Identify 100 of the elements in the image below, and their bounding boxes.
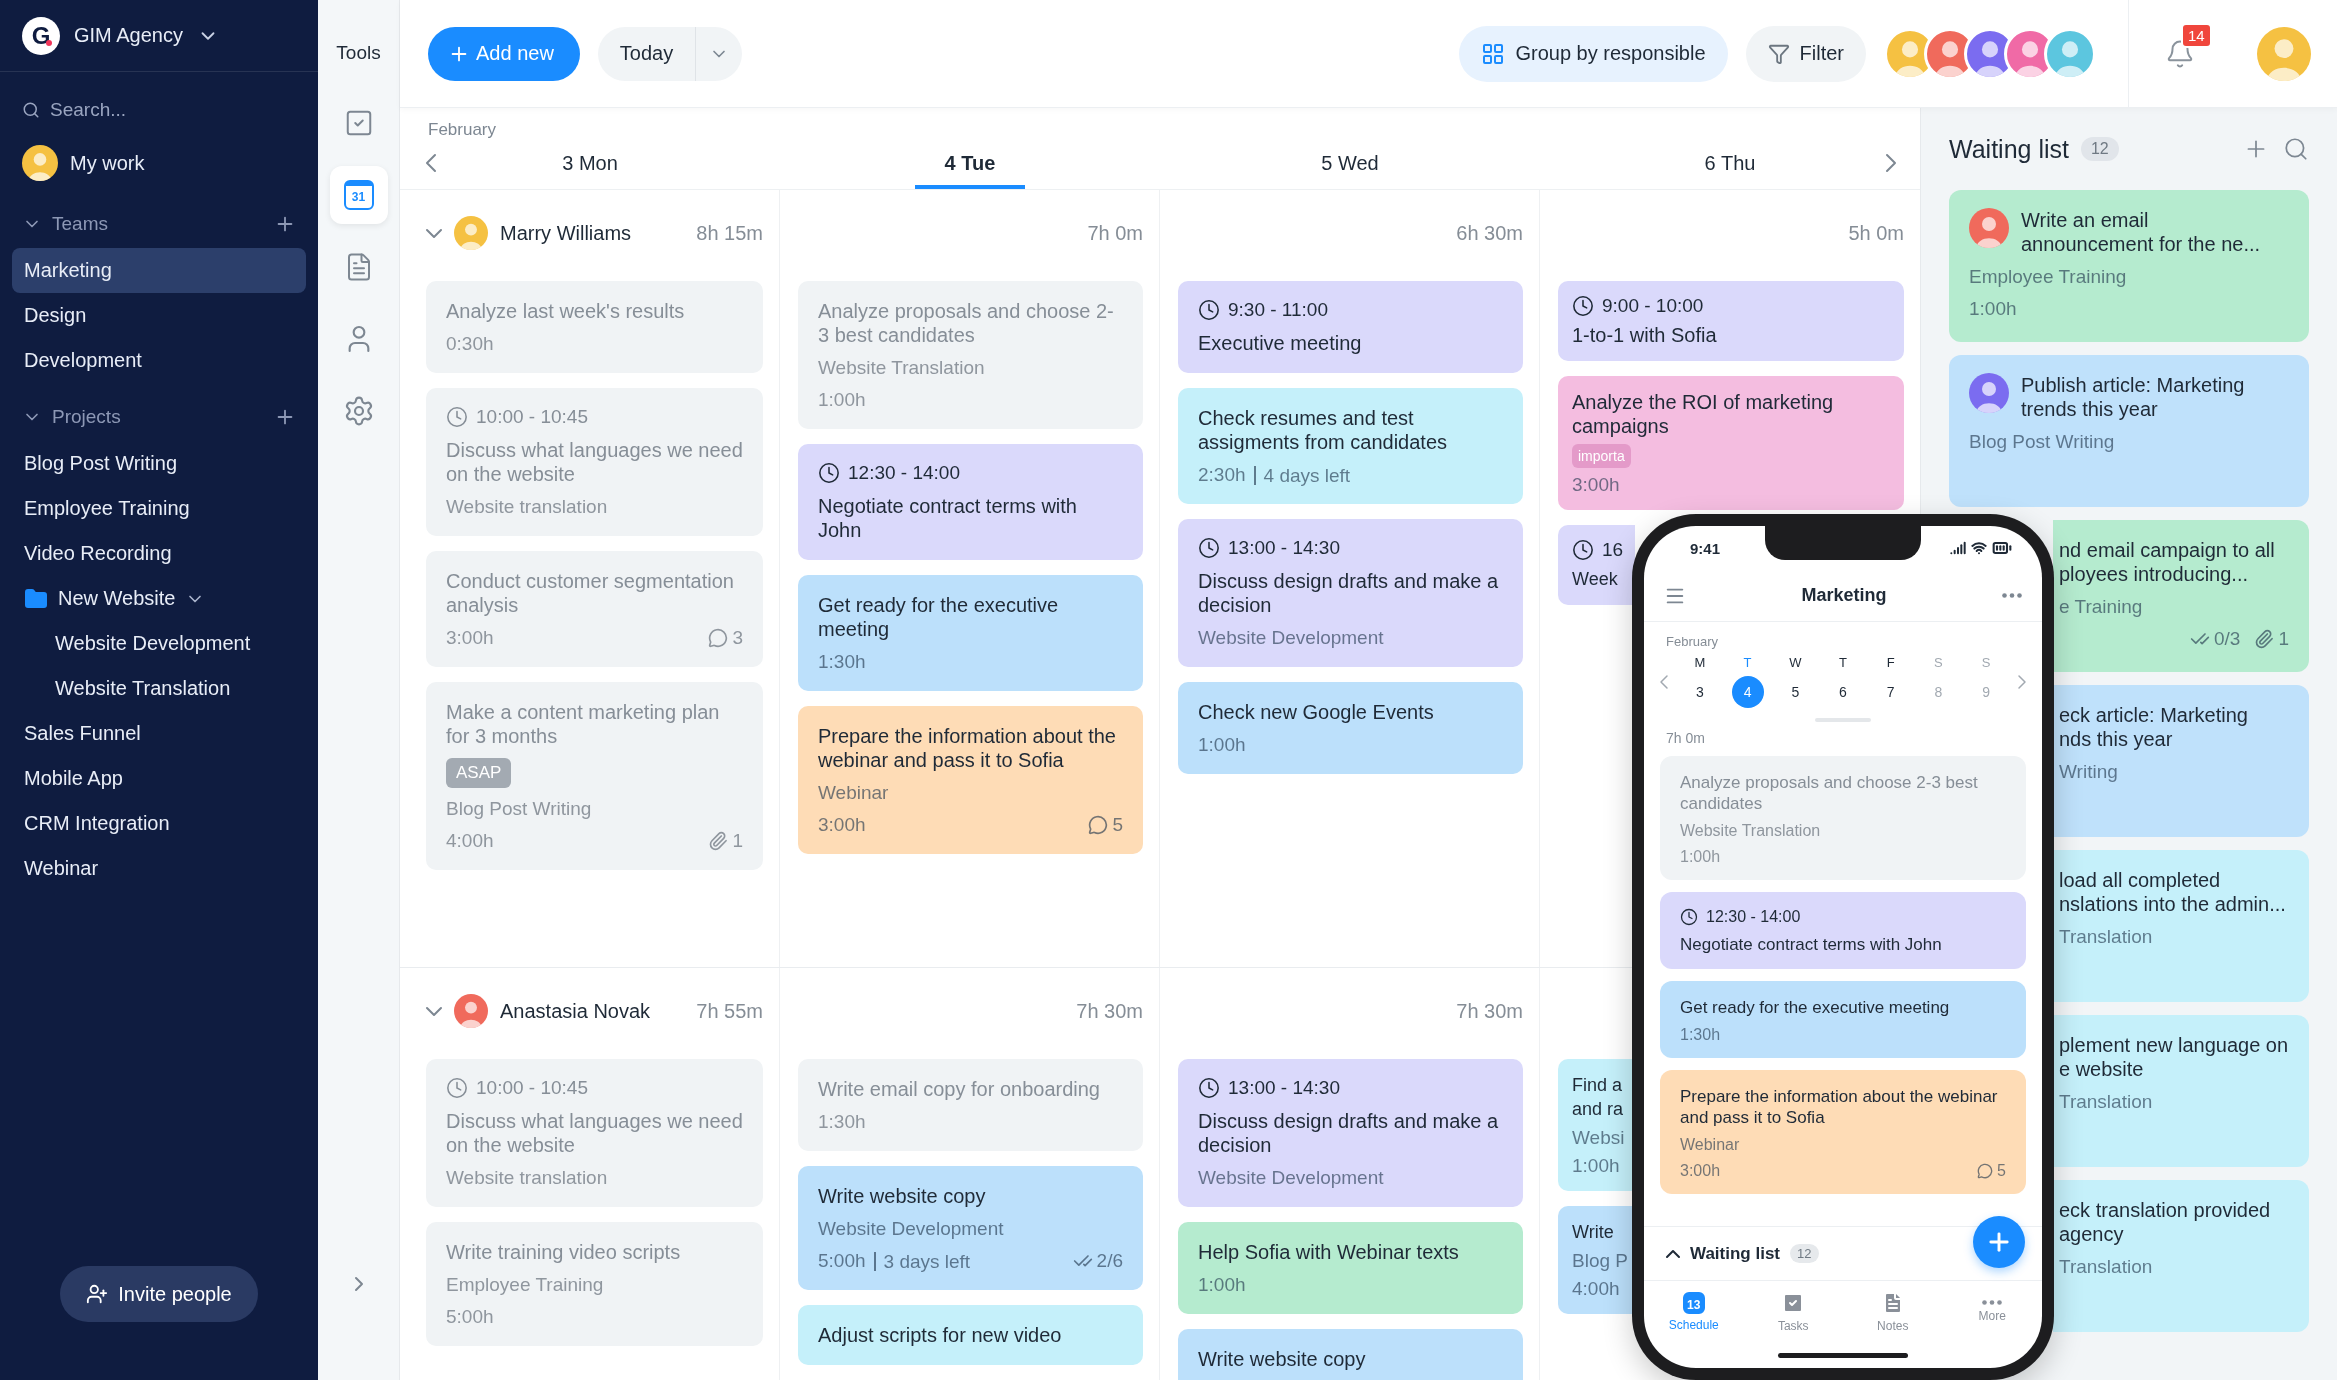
task-card[interactable]: Analyze the ROI of marketing campaigns importa 3:00h xyxy=(1558,376,1904,510)
task-card[interactable]: Get ready for the executive meeting 1:30h xyxy=(1660,981,2026,1058)
task-card[interactable]: Write Blog P 4:00h xyxy=(1558,1206,1635,1314)
chevron-down-icon xyxy=(426,228,442,238)
day-number[interactable]: 7 xyxy=(1874,676,1907,708)
task-card[interactable]: 13:00 - 14:30 Discuss design drafts and make a decision Website Development xyxy=(1178,1059,1523,1207)
more-icon[interactable] xyxy=(1982,1300,2003,1305)
calendar-date: 31 xyxy=(351,191,366,203)
task-title: Prepare the information about the webinar and pass it to Sofia xyxy=(818,724,1117,772)
day-number[interactable]: 5 xyxy=(1779,676,1812,708)
task-card[interactable]: Help Sofia with Webinar texts 1:00h xyxy=(1178,1222,1523,1314)
duration: 1:00h xyxy=(1198,1274,1246,1296)
task-title: Check new Google Events xyxy=(1198,700,1435,724)
time-range: 12:30 - 14:00 xyxy=(1706,908,1801,926)
task-card[interactable]: 9:00 - 10:00 1-to-1 with Sofia xyxy=(1558,281,1904,361)
calendar-date: 13 xyxy=(1687,1298,1701,1311)
clock-icon xyxy=(818,462,840,484)
day-number[interactable]: 6 xyxy=(1827,676,1859,708)
task-title: Conduct customer segmentation analysis xyxy=(446,569,735,617)
task-card[interactable]: Adjust scripts for new video xyxy=(798,1305,1143,1365)
filter-button[interactable]: Filter xyxy=(1745,25,1866,82)
task-title: Prepare the information about the webinar and pass it to Sofia xyxy=(1680,1086,1999,1128)
task-card[interactable]: Write website copy Website Development 5:00h 3 days left 2/6 xyxy=(798,1166,1143,1290)
task-card[interactable]: Prepare the information about the webinar and pass it to Sofia Webinar 3:00h 5 xyxy=(1660,1070,2026,1194)
nav-item[interactable]: Webinar xyxy=(12,846,306,891)
duration: 5:00h xyxy=(818,1250,866,1272)
task-card[interactable]: plement new language on e website Translation xyxy=(2053,1015,2309,1167)
comment-count: 5 xyxy=(1997,1162,2006,1180)
search-icon[interactable] xyxy=(2283,136,2309,162)
task-card[interactable]: Publish article: Marketing trends this year Blog Post Writing xyxy=(1949,355,2309,507)
duration: 3:00h xyxy=(818,814,866,836)
user-plus-icon xyxy=(86,1283,109,1305)
folder-item[interactable]: New Website xyxy=(12,576,306,621)
time-range: 12:30 - 14:00 xyxy=(848,462,960,484)
section-header[interactable]: Teams xyxy=(22,204,274,244)
time-range: 13:00 - 14:30 xyxy=(1228,537,1340,559)
tab[interactable]: 13 Schedule xyxy=(1644,1281,1744,1342)
day-tab[interactable]: 3 Mon xyxy=(535,152,645,189)
nav-item[interactable]: Blog Post Writing xyxy=(12,441,306,486)
task-card[interactable]: 9:30 - 11:00 Executive meeting xyxy=(1178,281,1523,373)
task-card[interactable]: 13:00 - 14:30 Discuss design drafts and make a decision Website Development xyxy=(1178,519,1523,667)
nav-item[interactable]: Marketing xyxy=(12,248,306,293)
time-range: 9:30 - 11:00 xyxy=(1228,299,1328,321)
invite-button[interactable]: Invite people xyxy=(60,1266,258,1322)
day-tab[interactable]: 6 Thu xyxy=(1675,152,1785,189)
total-hours: 7h 30m xyxy=(1456,999,1523,1023)
task-card[interactable]: Check resumes and test assigments from candidates 2:30h 4 days left xyxy=(1178,388,1523,504)
section-header[interactable]: Projects xyxy=(22,397,274,437)
task-card[interactable]: eck translation provided agency Translation xyxy=(2053,1180,2309,1332)
task-title: Negotiate contract terms with John xyxy=(818,494,1078,542)
collapse-button[interactable] xyxy=(426,228,442,238)
workspace-name[interactable]: GIM Agency xyxy=(74,24,183,47)
task-card[interactable]: Write an email announcement for the ne... Employee Training 1:00h xyxy=(1949,190,2309,342)
nav-item[interactable]: Sales Funnel xyxy=(12,711,306,756)
search-icon xyxy=(22,101,40,119)
task-card[interactable]: load all completed nslations into the admin... Translation xyxy=(2053,850,2309,1002)
nav-item[interactable]: Mobile App xyxy=(12,756,306,801)
nav-item[interactable]: Video Recording xyxy=(12,531,306,576)
task-card[interactable]: 12:30 - 14:00 Negotiate contract terms with John xyxy=(798,444,1143,560)
nav-item[interactable]: CRM Integration xyxy=(12,801,306,846)
project-name: Translation xyxy=(2059,1256,2154,1278)
project-name: Website Development xyxy=(818,1218,1005,1240)
task-title: Week xyxy=(1572,568,1619,591)
task-card[interactable]: Get ready for the executive meeting 1:30h xyxy=(798,575,1143,691)
task-card[interactable]: Find a and ra Websi 1:00h xyxy=(1558,1059,1635,1191)
task-card[interactable]: Write website copy xyxy=(1178,1329,1523,1380)
task-title: Analyze proposals and choose 2-3 best candidates xyxy=(1680,772,1979,814)
group-button[interactable]: Group by responsible xyxy=(1459,25,1728,82)
task-card[interactable]: Check new Google Events 1:00h xyxy=(1178,682,1523,774)
day-tab[interactable]: 5 Wed xyxy=(1295,152,1405,189)
task-title: Get ready for the executive meeting xyxy=(1680,997,1951,1018)
day-tab[interactable]: 4 Tue xyxy=(915,152,1025,189)
collapse-button[interactable] xyxy=(426,1006,442,1016)
more-icon[interactable] xyxy=(2002,593,2022,598)
my-work-item[interactable]: My work xyxy=(12,140,306,186)
add-button[interactable] xyxy=(1973,1216,2025,1268)
task-card[interactable]: Prepare the information about the webinar and pass it to Sofia Webinar 3:00h 5 xyxy=(798,706,1143,854)
task-card[interactable]: 12:30 - 14:00 Negotiate contract terms with John xyxy=(1660,892,2026,969)
nav-item[interactable]: Employee Training xyxy=(12,486,306,531)
time-range: 10:00 - 10:45 xyxy=(476,1077,588,1099)
time-range: 13:00 - 14:30 xyxy=(1228,1077,1340,1099)
status-time: 9:41 xyxy=(1690,539,1721,557)
task-card[interactable]: eck article: Marketing nds this year Writing xyxy=(2053,685,2309,837)
search-field[interactable]: Search... xyxy=(48,98,248,122)
chevron-up-icon xyxy=(1666,1249,1680,1258)
day-number[interactable]: 3 xyxy=(1683,676,1716,708)
nav-item[interactable]: Design xyxy=(12,293,306,338)
avatar xyxy=(22,145,58,181)
task-title: Discuss design drafts and make a decision xyxy=(1198,1109,1500,1157)
chevron-right-icon xyxy=(1886,154,1896,172)
nav-item[interactable]: Development xyxy=(12,338,306,383)
task-title: Write website copy xyxy=(818,1184,987,1208)
task-title: Discuss what languages we need on the website xyxy=(446,438,743,486)
nav-item[interactable]: Website Development xyxy=(12,621,306,666)
grid-icon xyxy=(1481,41,1506,66)
avatar xyxy=(2257,26,2311,81)
project-name: Websi xyxy=(1572,1127,1626,1149)
task-card[interactable]: nd email campaign to all ployees introducing... e Training 0/3 1 xyxy=(2053,520,2309,672)
task-card[interactable]: 16 Week xyxy=(1558,525,1635,605)
nav-item[interactable]: Website Translation xyxy=(12,666,306,711)
